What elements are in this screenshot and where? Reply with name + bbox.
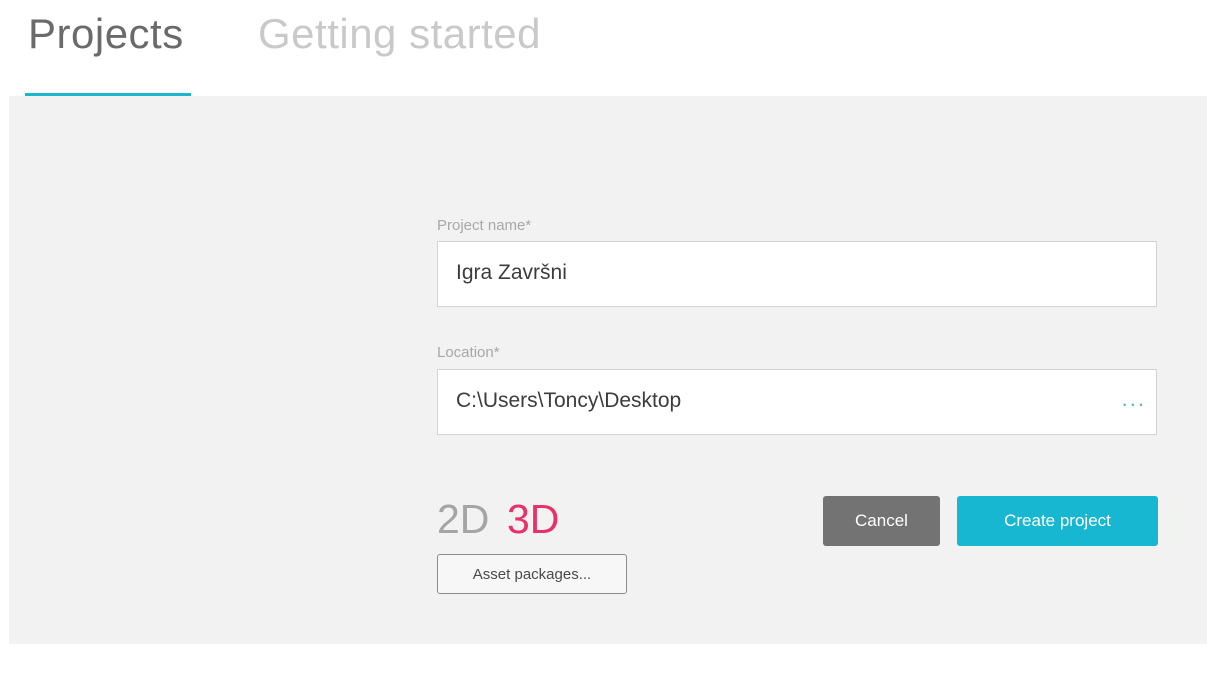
project-name-value[interactable]: Igra Završni [456,261,567,285]
tab-bar: Projects Getting started [0,0,1216,96]
project-name-field[interactable]: Igra Završni [437,241,1157,307]
asset-packages-button[interactable]: Asset packages... [437,554,627,594]
browse-location-button[interactable]: ... [1122,386,1146,412]
location-value[interactable]: C:\Users\Toncy\Desktop [456,389,681,413]
create-project-button[interactable]: Create project [957,496,1158,546]
mode-2d-option[interactable]: 2D [437,496,489,543]
tab-projects[interactable]: Projects [28,10,184,58]
project-name-label: Project name* [437,217,532,234]
mode-3d-option[interactable]: 3D [507,496,559,543]
tab-getting-started[interactable]: Getting started [258,10,541,58]
location-field[interactable]: C:\Users\Toncy\Desktop ... [437,369,1157,435]
cancel-button[interactable]: Cancel [823,496,940,546]
location-label: Location* [437,344,500,361]
